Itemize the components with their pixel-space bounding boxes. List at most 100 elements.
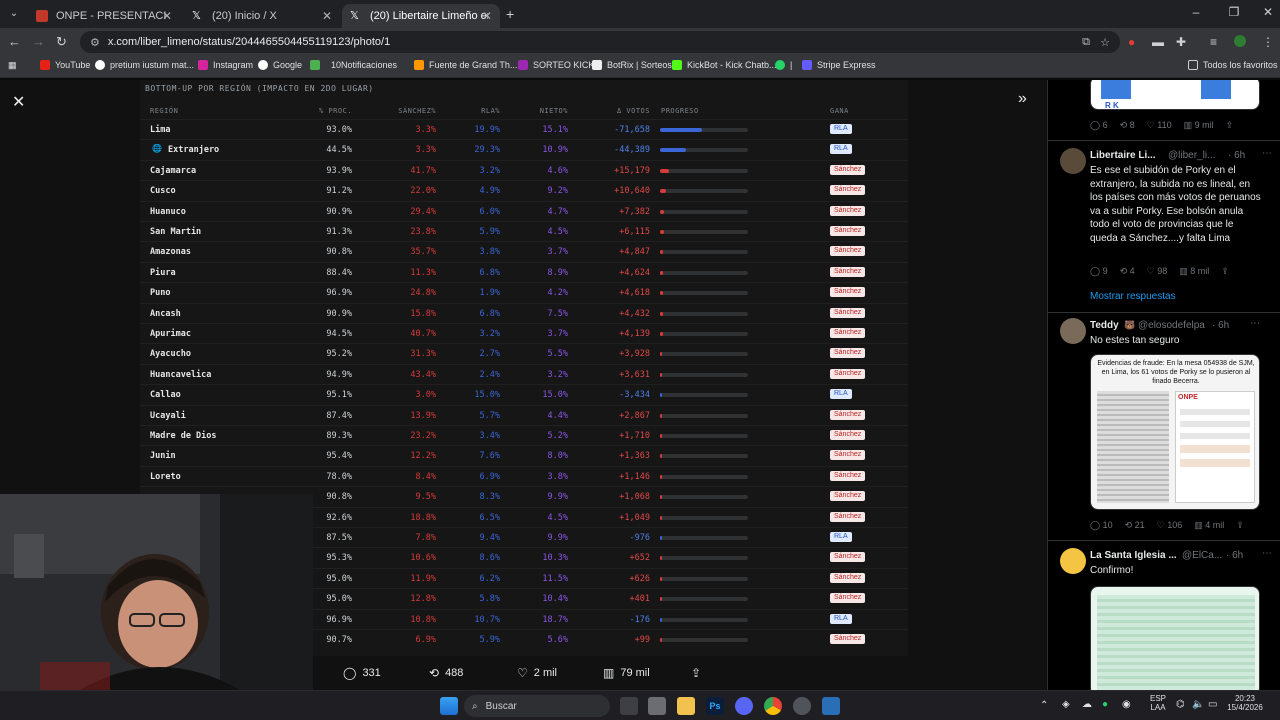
views-button[interactable]: ▥ 79 mil [603,666,650,680]
share-icon[interactable]: ⇪ [1221,266,1229,277]
avatar[interactable] [1060,548,1086,574]
settings-gear-icon[interactable] [793,697,811,715]
analytics-icon[interactable]: ▥ 4 mil [1194,520,1224,531]
repost-icon[interactable]: ⟲ 8 [1120,120,1135,131]
back-icon[interactable]: ← [8,34,21,49]
repost-icon[interactable]: ⟲ 4 [1120,266,1135,277]
table-row: Cajamarca 93.9% 41.7% 3.2% 4.6% +15,179 Sánche… [140,159,908,180]
heart-icon[interactable]: ♡ 106 [1157,520,1183,531]
previous-media-thumbnail[interactable]: R K [1090,80,1260,110]
share-icon[interactable]: ⇪ [1226,120,1234,131]
file-explorer-icon[interactable] [677,697,695,715]
whatsapp-tray-icon[interactable]: ● [1102,699,1108,710]
tab-search-button[interactable]: ⌄ [6,6,22,22]
language-indicator[interactable]: ESP LAA [1146,694,1170,712]
bookmark-sorteo-kick[interactable]: SORTEO KICK [518,60,594,70]
bookmark-instagram[interactable]: Instagram [198,60,253,70]
volume-icon[interactable]: 🔈 [1192,699,1204,710]
install-app-icon[interactable]: ⧉ [1082,36,1090,49]
bookmark-youtube[interactable]: YouTube [40,60,90,70]
more-icon[interactable]: ⋯ [1250,318,1260,329]
chevron-right-double-icon[interactable]: » [1018,90,1027,108]
apps-grid-icon[interactable]: ▦ [8,60,17,71]
tweet-author-handle[interactable]: @liber_li... [1168,150,1215,161]
reload-icon[interactable]: ↻ [56,34,67,50]
battery-icon[interactable]: ▭ [1208,699,1217,710]
repost-button[interactable]: ⟲ 488 [429,666,463,680]
tweet-author-name[interactable]: La Santa Iglesia ... [1090,550,1177,561]
heart-icon[interactable]: ♡ 98 [1147,266,1168,277]
bookmark-10notificaciones[interactable]: 10Notificaciones [310,60,397,70]
discord-icon[interactable] [735,697,753,715]
share-button[interactable]: ⇪ [691,666,707,680]
tweet-media[interactable] [1090,586,1260,690]
reply-icon[interactable]: ◯ 9 [1090,266,1108,277]
all-bookmarks-folder[interactable]: Todos los favoritos [1188,60,1278,70]
show-replies-link[interactable]: Mostrar respuestas [1090,291,1176,302]
tweet-media[interactable]: Evidencias de fraude: En la mesa 054938 … [1090,354,1260,510]
tab-x-home[interactable]: 𝕏 (20) Inicio / X ✕ [184,4,340,28]
reading-list-icon[interactable]: ≡ [1210,35,1217,49]
tray-app-icon[interactable]: ◉ [1122,699,1131,710]
forward-icon[interactable]: → [32,34,45,49]
analytics-icon[interactable]: ▥ 9 mil [1184,120,1214,131]
close-window-button[interactable]: ✕ [1258,5,1278,19]
photoshop-icon[interactable]: Ps [706,697,724,715]
reply-button[interactable]: ◯ 331 [343,666,381,680]
tweet-author-handle[interactable]: @elosodefelpa [1138,320,1205,331]
heart-icon[interactable]: ♡ 110 [1147,120,1172,131]
like-button[interactable]: ♡ 2 mil [517,666,557,680]
bookmark-whatsapp[interactable]: | [775,60,792,70]
chrome-icon[interactable] [764,697,782,715]
close-tab-icon[interactable]: ✕ [322,9,332,23]
maximize-button[interactable]: ❐ [1224,5,1244,19]
tweet-author-name[interactable]: Libertaire Li... [1090,150,1156,161]
tab-title: ONPE - PRESENTACIÓN DE RES [56,10,166,22]
taskbar-search[interactable]: ⌕ Buscar [464,695,610,717]
chrome-menu-icon[interactable]: ⋮ [1262,35,1274,49]
bookmark-google[interactable]: Google [258,60,302,70]
onedrive-icon[interactable]: ☁ [1082,699,1092,710]
site-info-icon[interactable]: ⚙ [90,36,100,49]
close-tab-icon[interactable]: ✕ [482,9,492,23]
tab-x-status[interactable]: 𝕏 (20) Libertaire Limeño en X: "Li ✕ [342,4,500,28]
network-icon[interactable]: ⌬ [1176,699,1185,710]
share-icon[interactable]: ⇪ [1236,520,1244,531]
nieto-cell: 10.3% [542,553,568,564]
bookmark-pretium[interactable]: pretium iustum mat... [95,60,194,70]
extensions-puzzle-icon[interactable]: ✚ [1176,35,1186,49]
more-icon[interactable]: ⋯ [1262,148,1272,159]
profile-avatar[interactable] [1234,35,1246,50]
avatar[interactable] [1060,318,1086,344]
calculator-icon[interactable] [822,697,840,715]
extension-icon[interactable]: ● [1128,35,1135,49]
minimize-button[interactable]: – [1186,5,1206,19]
repost-icon[interactable]: ⟲ 21 [1125,520,1145,531]
tweet-author-handle[interactable]: @ElCa... [1182,550,1222,561]
close-icon[interactable]: ✕ [12,92,25,112]
tweet-author-name[interactable]: Teddy [1090,320,1119,331]
reply-icon[interactable]: ◯ 6 [1090,120,1108,131]
bookmark-stripe[interactable]: Stripe Express [802,60,876,70]
tab-onpe[interactable]: ONPE - PRESENTACIÓN DE RES ✕ [28,4,180,28]
proc-cell: 89.3% [326,431,352,441]
bookmark-kickbot[interactable]: KickBot - Kick Chatb... [672,60,777,70]
tray-chevron-up-icon[interactable]: ⌃ [1040,700,1048,711]
new-tab-button[interactable]: + [506,6,514,22]
windows-start-icon[interactable] [440,697,458,715]
task-view-icon[interactable] [620,697,638,715]
more-icon[interactable]: ⋯ [1262,548,1272,559]
clock[interactable]: 20:23 15/4/2026 [1226,694,1264,712]
tray-app-icon[interactable]: ◈ [1062,699,1070,710]
bookmark-star-icon[interactable]: ☆ [1100,36,1110,49]
app-icon[interactable] [648,697,666,715]
bookmark-fuente[interactable]: Fuente de Grand Th... [414,60,517,70]
avatar[interactable] [1060,148,1086,174]
bookmark-botrix[interactable]: BotRix | Sorteos [592,60,672,70]
tweet-time[interactable]: · 6h [1228,150,1245,161]
extension-icon[interactable]: ▬ [1152,35,1164,49]
reply-icon[interactable]: ◯ 10 [1090,520,1113,531]
close-tab-icon[interactable]: ✕ [162,9,172,23]
address-bar[interactable]: ⚙ x.com/liber_limeno/status/204446550445… [80,31,1120,53]
analytics-icon[interactable]: ▥ 8 mil [1179,266,1209,277]
